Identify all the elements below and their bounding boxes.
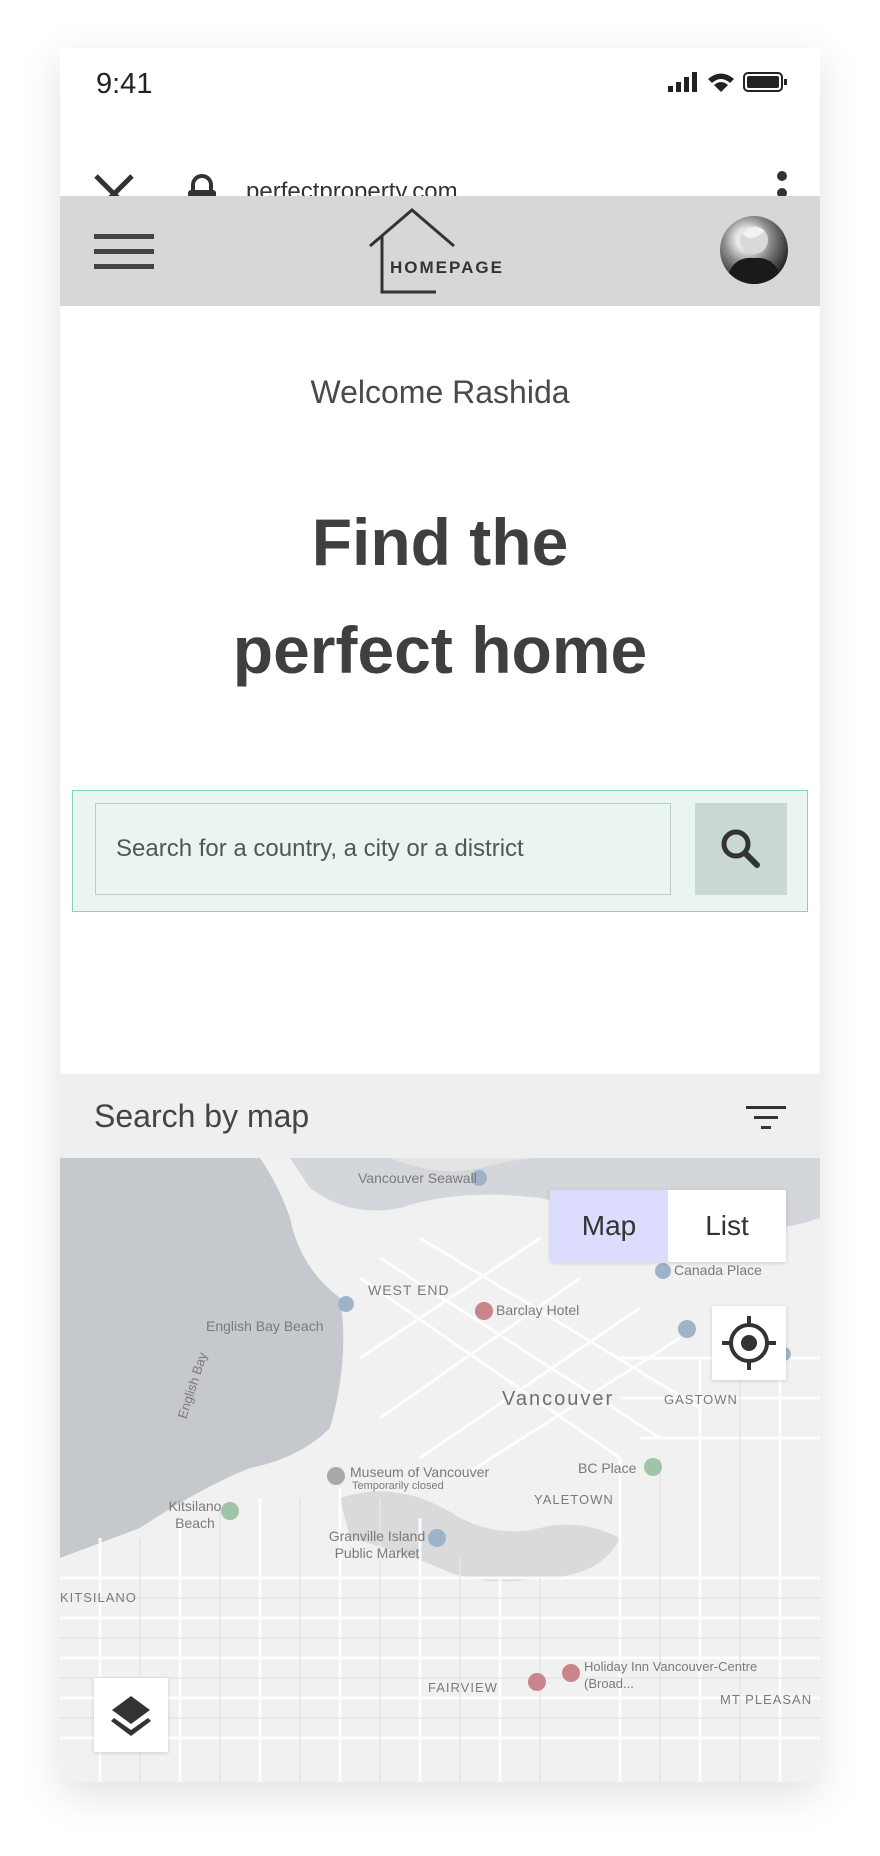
status-bar: 9:41 (60, 48, 820, 100)
toggle-list-button[interactable]: List (668, 1190, 786, 1262)
map-label-barclay-hotel: Barclay Hotel (496, 1302, 580, 1318)
map-label-kitsilano: KITSILANO (60, 1590, 137, 1605)
layers-icon (111, 1696, 151, 1736)
status-time: 9:41 (96, 68, 153, 100)
search-bar (72, 790, 808, 912)
logo-text: HOMEPAGE (390, 258, 504, 277)
headline-line-1: Find the (311, 505, 569, 579)
map-label-museum-note: Temporarily closed (352, 1480, 444, 1492)
search-input[interactable] (95, 803, 671, 895)
map-label-seawall: Vancouver Seawall (358, 1170, 477, 1186)
battery-icon (743, 72, 787, 92)
map-label-kitsilano-beach: Kitsilano Beach (168, 1498, 222, 1531)
app-header: HOMEPAGE (60, 196, 820, 306)
map-label-mt-pleasant: MT PLEASAN (720, 1692, 813, 1707)
house-logo-icon[interactable] (366, 206, 516, 296)
map-label-holiday-inn: Holiday Inn Vancouver-Centre (Broad... (584, 1659, 758, 1691)
menu-icon[interactable] (94, 232, 154, 272)
map-view[interactable]: Vancouver Seawall WEST END Barclay Hotel… (60, 1158, 820, 1782)
map-label-vancouver: Vancouver (502, 1388, 615, 1410)
headline-line-2: perfect home (232, 613, 648, 687)
map-label-yaletown: YALETOWN (534, 1492, 614, 1507)
wifi-icon (708, 73, 734, 92)
phone-screen: 9:41 perfectproperty.com HOMEPAGE Welcom… (60, 48, 820, 1782)
page-headline: Find the perfect home (60, 488, 820, 704)
map-label-museum: Museum of Vancouver (350, 1464, 490, 1480)
avatar-image (726, 226, 782, 284)
crosshair-icon (722, 1316, 776, 1370)
locate-me-button[interactable] (712, 1306, 786, 1380)
map-label-fairview: FAIRVIEW (428, 1680, 498, 1695)
status-icons (668, 72, 787, 92)
signal-icon (668, 72, 697, 92)
search-button[interactable] (695, 803, 787, 895)
welcome-message: Welcome Rashida (310, 374, 570, 410)
map-label-west-end: WEST END (368, 1282, 450, 1298)
map-label-bc-place: BC Place (578, 1460, 637, 1476)
user-avatar[interactable] (720, 216, 788, 284)
toggle-map-button[interactable]: Map (550, 1190, 668, 1262)
map-label-english-bay-beach: English Bay Beach (206, 1318, 324, 1334)
map-label-canada-place: Canada Place (674, 1262, 762, 1278)
search-icon (721, 829, 760, 868)
map-label-gastown: GASTOWN (664, 1392, 738, 1407)
map-section-header: Search by map (60, 1074, 820, 1158)
map-layers-button[interactable] (94, 1678, 168, 1752)
map-label-granville-island: Granville Island Public Market (328, 1528, 426, 1561)
view-toggle: Map List (550, 1190, 786, 1262)
map-section-title: Search by map (94, 1098, 310, 1134)
filter-icon[interactable] (746, 1102, 786, 1134)
